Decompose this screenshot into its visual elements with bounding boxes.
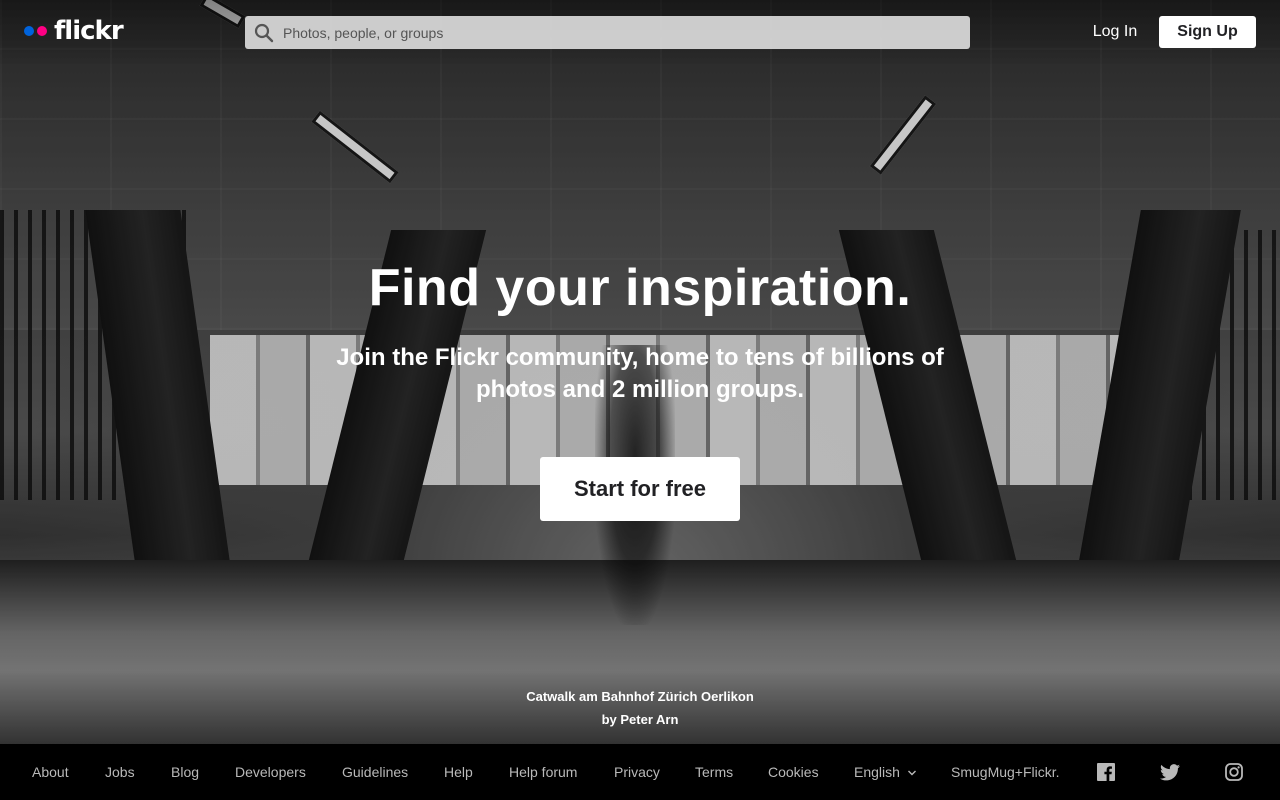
- instagram-icon[interactable]: [1224, 762, 1244, 782]
- search-icon[interactable]: [245, 16, 283, 49]
- photo-author-link[interactable]: by Peter Arn: [0, 708, 1280, 731]
- start-for-free-button[interactable]: Start for free: [540, 457, 740, 521]
- footer-language-selector[interactable]: English: [854, 763, 917, 781]
- hero-headline: Find your inspiration.: [368, 259, 912, 317]
- flickr-logo[interactable]: flickr: [24, 14, 124, 48]
- footer-link-help-forum[interactable]: Help forum: [509, 763, 577, 781]
- facebook-icon[interactable]: [1096, 762, 1116, 782]
- login-link[interactable]: Log In: [1086, 19, 1144, 45]
- top-navigation-bar: flickr Log In Sign Up: [0, 0, 1280, 64]
- footer-link-about[interactable]: About: [32, 763, 69, 781]
- chevron-down-icon: [907, 770, 916, 776]
- footer-link-terms[interactable]: Terms: [695, 763, 733, 781]
- logo-blue-dot-icon: [24, 26, 34, 36]
- footer-link-help[interactable]: Help: [444, 763, 473, 781]
- logo-wordmark: flickr: [54, 16, 124, 46]
- footer: About Jobs Blog Developers Guidelines He…: [0, 744, 1280, 800]
- twitter-icon[interactable]: [1160, 762, 1180, 782]
- language-label: English: [854, 764, 900, 780]
- footer-link-blog[interactable]: Blog: [171, 763, 199, 781]
- hero-subheadline: Join the Flickr community, home to tens …: [336, 344, 944, 403]
- logo-pink-dot-icon: [37, 26, 47, 36]
- footer-link-developers[interactable]: Developers: [235, 763, 306, 781]
- signup-button[interactable]: Sign Up: [1159, 16, 1256, 48]
- photo-credit: Catwalk am Bahnhof Zürich Oerlikon by Pe…: [0, 685, 1280, 731]
- footer-link-privacy[interactable]: Privacy: [614, 763, 660, 781]
- footer-link-cookies[interactable]: Cookies: [768, 763, 819, 781]
- footer-link-guidelines[interactable]: Guidelines: [342, 763, 408, 781]
- search-bar[interactable]: [245, 16, 970, 49]
- footer-link-jobs[interactable]: Jobs: [105, 763, 135, 781]
- search-input[interactable]: [283, 17, 943, 48]
- photo-title-link[interactable]: Catwalk am Bahnhof Zürich Oerlikon: [0, 685, 1280, 708]
- footer-link-smugmug[interactable]: SmugMug+Flickr.: [951, 763, 1060, 781]
